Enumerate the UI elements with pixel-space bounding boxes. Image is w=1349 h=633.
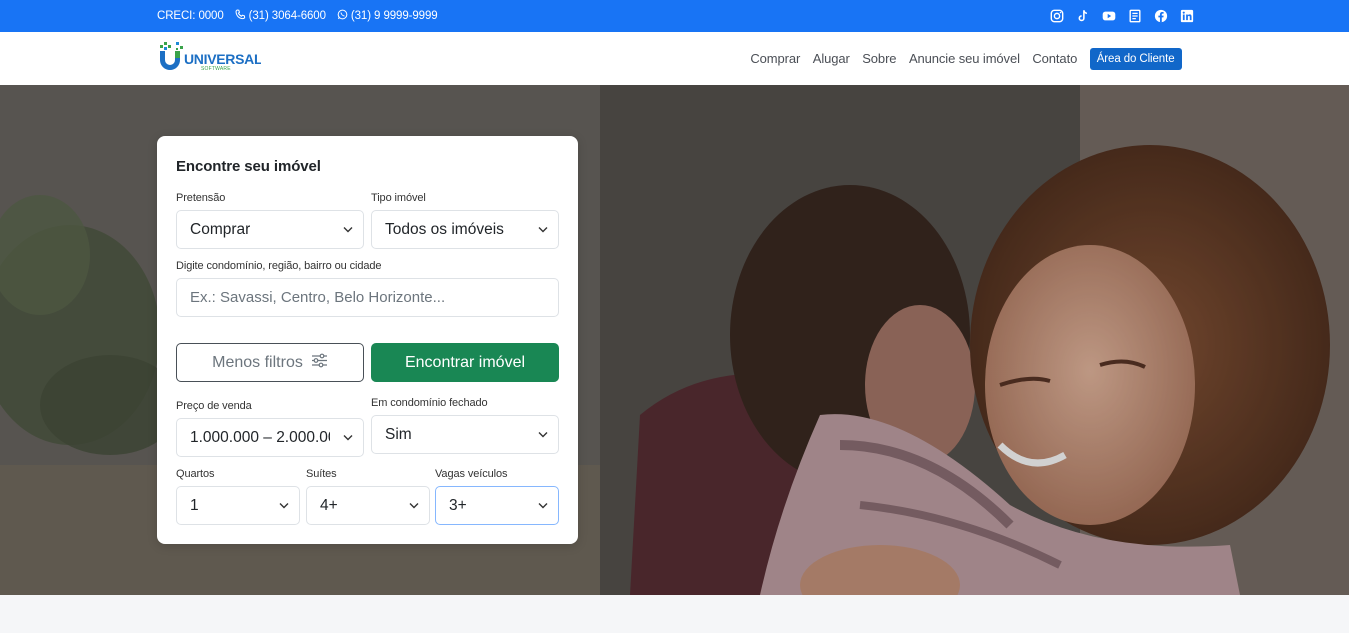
- chevron-down-icon: [343, 433, 353, 442]
- nav-link-alugar[interactable]: Alugar: [813, 51, 850, 66]
- location-search-input[interactable]: [176, 278, 559, 317]
- property-search-card: Encontre seu imóvel Pretensão Comprar Ti…: [157, 136, 578, 544]
- phone-number: (31) 3064-6600: [248, 10, 326, 22]
- nav-link-anuncie[interactable]: Anuncie seu imóvel: [909, 51, 1020, 66]
- search-title: Encontre seu imóvel: [176, 158, 321, 175]
- vagas-select[interactable]: 3+: [435, 486, 559, 525]
- pretensao-label: Pretensão: [176, 192, 226, 204]
- social-links: [1049, 0, 1194, 32]
- phone-link[interactable]: (31) 3064-6600: [235, 9, 326, 23]
- pretensao-value: Comprar: [190, 220, 251, 238]
- condominio-label: Em condomínio fechado: [371, 397, 488, 409]
- suites-value: 4+: [320, 496, 338, 514]
- pretensao-select[interactable]: Comprar: [176, 210, 364, 249]
- find-property-button[interactable]: Encontrar imóvel: [371, 343, 559, 382]
- instagram-icon[interactable]: [1049, 9, 1064, 24]
- suites-label: Suítes: [306, 468, 337, 480]
- location-label: Digite condomínio, região, bairro ou cid…: [176, 260, 382, 272]
- sliders-icon: [311, 353, 328, 373]
- preco-value: 1.000.000 – 2.000.000: [190, 428, 330, 446]
- whatsapp-link[interactable]: (31) 9 9999-9999: [337, 9, 438, 23]
- nav-link-comprar[interactable]: Comprar: [750, 51, 800, 66]
- chevron-down-icon: [538, 225, 548, 234]
- tiktok-icon[interactable]: [1075, 9, 1090, 24]
- nav-link-sobre[interactable]: Sobre: [862, 51, 896, 66]
- preco-label: Preço de venda: [176, 400, 252, 412]
- facebook-icon[interactable]: [1153, 9, 1168, 24]
- client-area-button[interactable]: Área do Cliente: [1089, 47, 1182, 70]
- company-logo[interactable]: UNIVERSAL SOFTWARE: [157, 40, 263, 76]
- chevron-down-icon: [409, 501, 419, 510]
- vagas-value: 3+: [449, 496, 467, 514]
- quartos-label: Quartos: [176, 468, 215, 480]
- less-filters-button[interactable]: Menos filtros: [176, 343, 364, 382]
- chevron-down-icon: [279, 501, 289, 510]
- chevron-down-icon: [538, 501, 548, 510]
- youtube-icon[interactable]: [1101, 9, 1116, 24]
- chevron-down-icon: [538, 430, 548, 439]
- phone-icon: [235, 9, 246, 23]
- quartos-value: 1: [190, 496, 199, 514]
- whatsapp-number: (31) 9 9999-9999: [350, 10, 438, 22]
- primary-nav: Comprar Alugar Sobre Anuncie seu imóvel …: [750, 32, 1194, 85]
- page-content-start: [0, 595, 1349, 633]
- logo-wordmark: UNIVERSAL: [184, 51, 261, 67]
- tipo-imovel-value: Todos os imóveis: [385, 220, 504, 238]
- chevron-down-icon: [343, 225, 353, 234]
- vagas-label: Vagas veículos: [435, 468, 508, 480]
- less-filters-label: Menos filtros: [212, 353, 303, 371]
- condominio-value: Sim: [385, 425, 412, 443]
- main-navbar: UNIVERSAL SOFTWARE Comprar Alugar Sobre …: [0, 32, 1349, 85]
- tipo-imovel-label: Tipo imóvel: [371, 192, 426, 204]
- logo-subtext: SOFTWARE: [201, 66, 231, 72]
- suites-select[interactable]: 4+: [306, 486, 430, 525]
- nav-link-contato[interactable]: Contato: [1032, 51, 1077, 66]
- quartos-select[interactable]: 1: [176, 486, 300, 525]
- creci-text: CRECI: 0000: [157, 10, 224, 22]
- tipo-imovel-select[interactable]: Todos os imóveis: [371, 210, 559, 249]
- top-bar: CRECI: 0000 (31) 3064-6600 (31) 9 9999-9…: [0, 0, 1349, 32]
- linkedin-icon[interactable]: [1179, 9, 1194, 24]
- contact-info: CRECI: 0000 (31) 3064-6600 (31) 9 9999-9…: [157, 0, 438, 32]
- whatsapp-icon: [337, 9, 348, 23]
- condominio-select[interactable]: Sim: [371, 415, 559, 454]
- preco-select[interactable]: 1.000.000 – 2.000.000: [176, 418, 364, 457]
- blog-icon[interactable]: [1127, 9, 1142, 24]
